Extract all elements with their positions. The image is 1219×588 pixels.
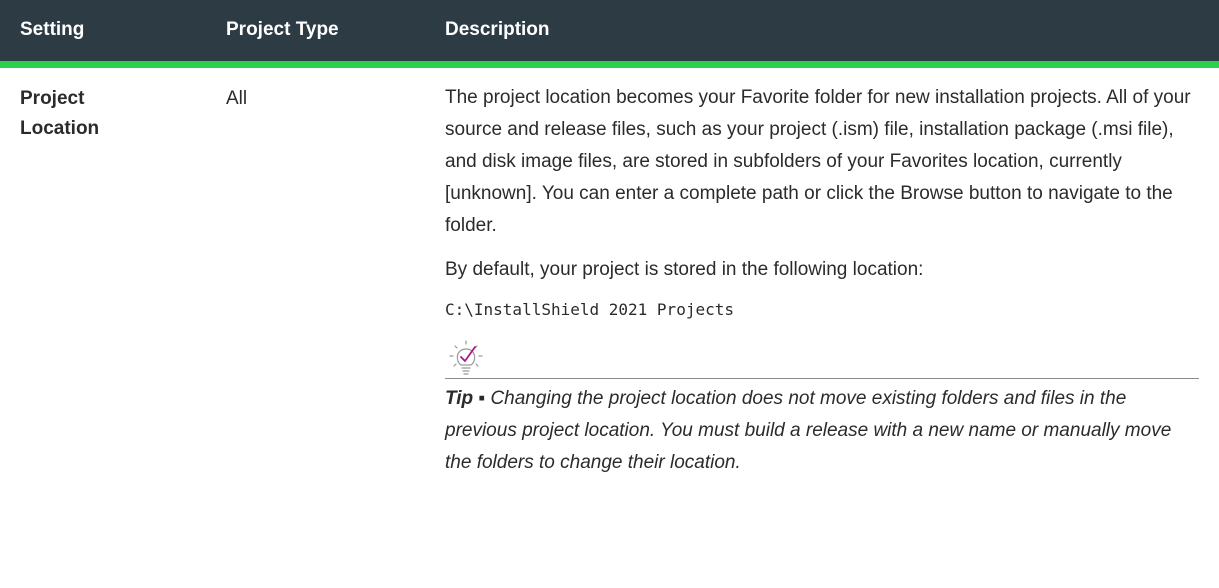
column-header-project-type: Project Type bbox=[206, 0, 425, 68]
header-row: Setting Project Type Description bbox=[0, 0, 1219, 68]
tip-text: Changing the project location does not m… bbox=[445, 387, 1172, 473]
tip-divider bbox=[445, 377, 1199, 379]
default-location-paragraph: By default, your project is stored in th… bbox=[445, 258, 924, 280]
description-paragraph: The project location becomes your Favori… bbox=[445, 86, 1191, 236]
tip-icon-row bbox=[445, 339, 1199, 378]
table-body: Project Location All The project locatio… bbox=[0, 64, 1219, 479]
tip-separator: ▪ bbox=[473, 387, 491, 409]
settings-table: Setting Project Type Description Project… bbox=[0, 0, 1219, 479]
tip-note: Tip ▪ Changing the project location does… bbox=[445, 383, 1199, 479]
default-path-code: C:\InstallShield 2021 Projects bbox=[445, 299, 734, 319]
column-header-setting: Setting bbox=[0, 0, 206, 68]
table-row: Project Location All The project locatio… bbox=[0, 64, 1219, 479]
setting-name-cell: Project Location bbox=[0, 64, 206, 479]
setting-name-line2: Location bbox=[20, 117, 100, 139]
project-type-cell: All bbox=[226, 87, 248, 109]
column-header-description: Description bbox=[425, 0, 1219, 68]
lightbulb-check-icon bbox=[449, 339, 483, 375]
setting-name-line1: Project bbox=[20, 87, 85, 109]
tip-label: Tip bbox=[445, 387, 474, 409]
table-header: Setting Project Type Description bbox=[0, 0, 1219, 68]
description-cell: The project location becomes your Favori… bbox=[425, 64, 1219, 479]
